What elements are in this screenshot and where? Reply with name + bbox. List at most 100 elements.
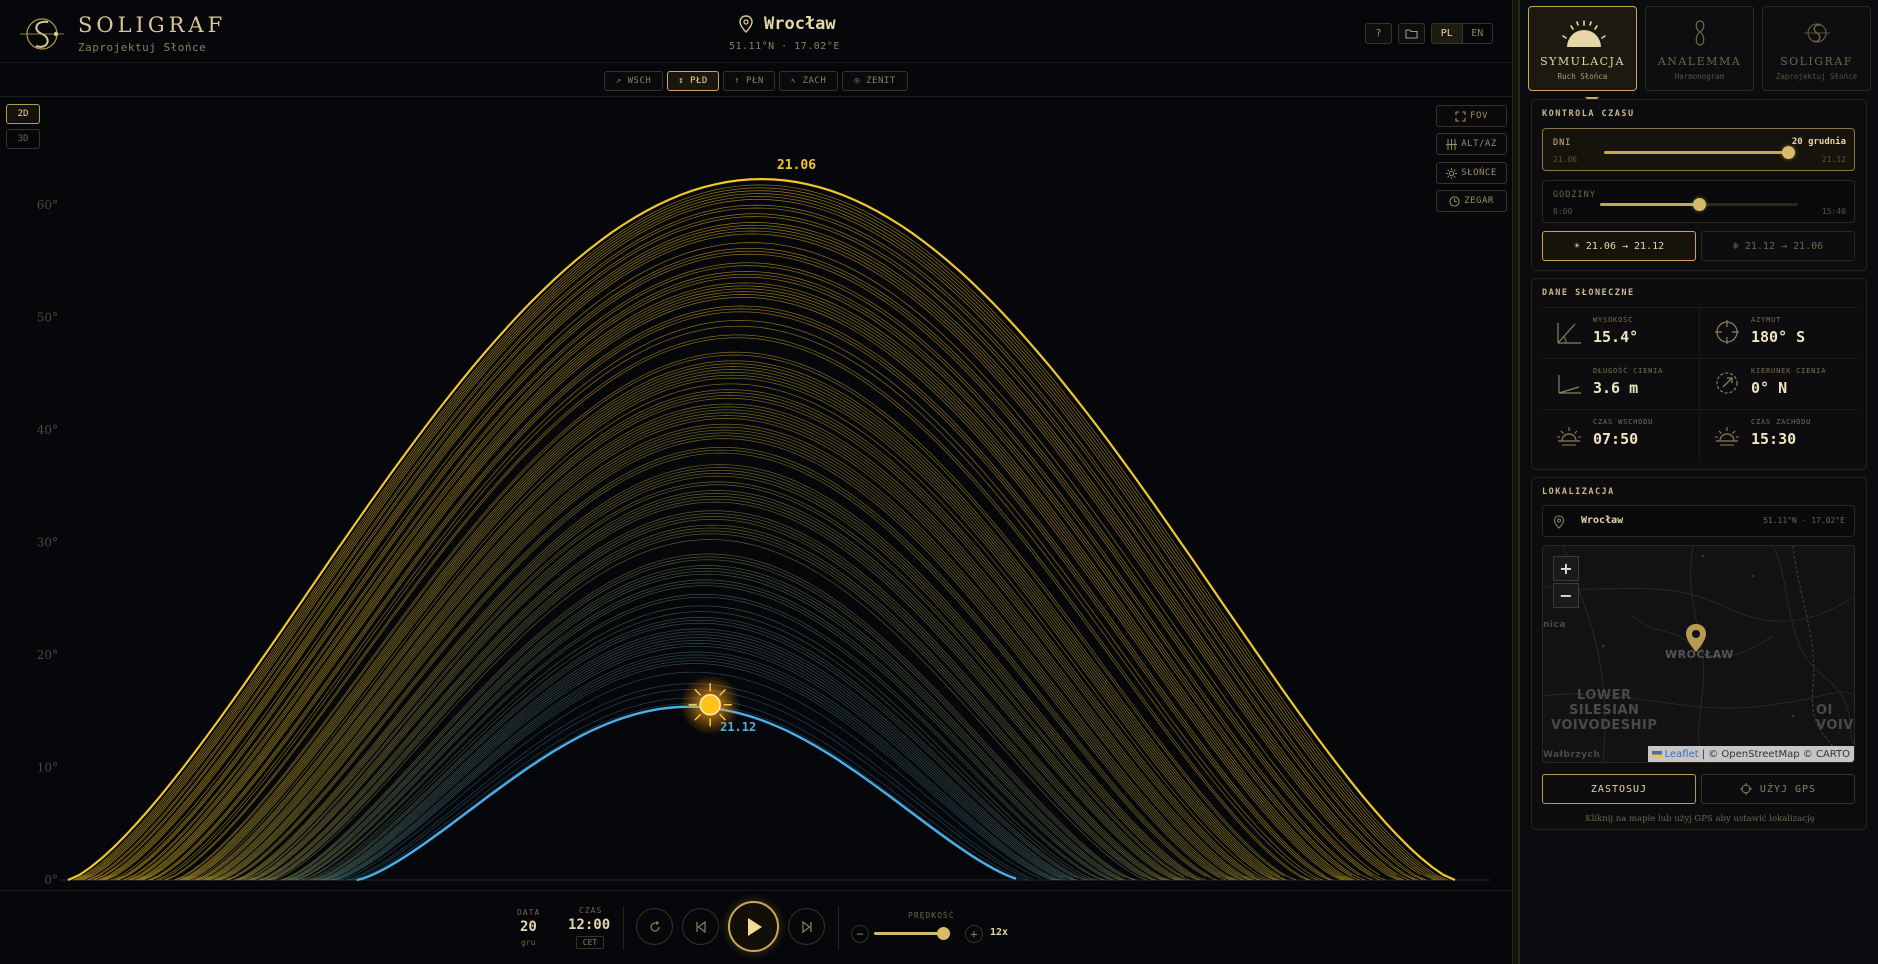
direction-forward-label: 21.06 → 21.12 xyxy=(1585,240,1665,252)
sunrise-cell: CZAS WSCHODU 07:50 xyxy=(1542,410,1700,460)
skip-forward-button[interactable] xyxy=(788,908,825,945)
attribution-text: | © OpenStreetMap © CARTO xyxy=(1701,748,1850,760)
day-curve xyxy=(212,423,1238,881)
day-curve xyxy=(164,334,1311,881)
speed-decrease-button[interactable]: − xyxy=(851,925,869,943)
grid-icon xyxy=(1446,138,1458,150)
days-slider-box: DNI 20 grudnia 21.06 21.12 xyxy=(1542,128,1855,171)
language-switch: PL EN xyxy=(1431,23,1493,44)
map-label-left: nica xyxy=(1543,620,1566,630)
sun-data-title: DANE SŁONECZNE xyxy=(1542,288,1635,298)
date-label: DATA xyxy=(517,908,541,917)
sunset-value: 15:30 xyxy=(1751,430,1797,448)
sun-icon xyxy=(1446,167,1458,179)
speed-increase-button[interactable]: + xyxy=(965,925,983,943)
altaz-label: ALT/AZ xyxy=(1461,139,1497,149)
shadow-length-label: DŁUGOŚĆ CIENIA xyxy=(1593,367,1664,375)
apply-location-button[interactable]: ZASTOSUJ xyxy=(1542,774,1696,804)
clock-toggle[interactable]: ZEGAR xyxy=(1436,190,1507,212)
use-gps-button[interactable]: UŻYJ GPS xyxy=(1701,774,1855,804)
reset-button[interactable] xyxy=(636,908,673,945)
sun-label: SŁOŃCE xyxy=(1461,168,1497,178)
flag-icon xyxy=(1651,750,1662,758)
snowflake-icon: ❄ xyxy=(1732,240,1739,252)
lang-en-button[interactable]: EN xyxy=(1463,24,1493,43)
days-slider-knob[interactable] xyxy=(1781,146,1795,159)
time-label: CZAS xyxy=(579,906,603,915)
day-curve xyxy=(186,374,1278,881)
location-city: Wrocław xyxy=(1581,515,1624,526)
leaflet-link[interactable]: Leaflet xyxy=(1665,749,1699,760)
series-line-summer-solstice xyxy=(67,177,1456,882)
help-button[interactable]: ? xyxy=(1365,23,1392,44)
zoom-in-button[interactable]: + xyxy=(1553,556,1579,581)
hours-slider[interactable] xyxy=(1600,198,1798,211)
hours-slider-knob[interactable] xyxy=(1692,198,1706,211)
altitude-label: WYSOKOŚĆ xyxy=(1593,316,1634,324)
lang-pl-button[interactable]: PL xyxy=(1432,24,1463,43)
time-control-title: KONTROLA CZASU xyxy=(1542,109,1635,119)
location-pin-icon xyxy=(1553,515,1565,529)
speed-slider[interactable] xyxy=(874,927,951,940)
sun-icon: ☀ xyxy=(1573,240,1580,252)
map-label-right: OI VOIVO xyxy=(1816,703,1854,733)
skip-back-button[interactable] xyxy=(682,908,719,945)
tab-soligraf-title: SOLIGRAF xyxy=(1780,55,1853,68)
sunrise-arc-icon xyxy=(1562,20,1606,47)
direction-north-button[interactable]: ↑ PŁN xyxy=(723,71,775,91)
days-slider[interactable] xyxy=(1604,146,1795,159)
direction-forward-button[interactable]: ☀ 21.06 → 21.12 xyxy=(1542,231,1696,261)
location-field-coords: 51.11°N · 17.02°E xyxy=(1763,516,1845,525)
location-map[interactable]: + − WROCŁAW LOWER SILESIAN VOIVODESHIP n… xyxy=(1542,545,1855,763)
day-curve xyxy=(356,706,1017,881)
azimuth-value: 180° S xyxy=(1751,328,1806,346)
direction-south-button[interactable]: ↕ PŁD xyxy=(667,71,719,91)
fov-label: FOV xyxy=(1470,111,1488,121)
speed-slider-knob[interactable] xyxy=(936,927,950,940)
altitude-value: 15.4° xyxy=(1593,328,1639,346)
date-month: gru xyxy=(521,938,536,947)
sun-path-chart[interactable]: 0°10°20°30°40°50°60°21.0621.12 xyxy=(0,98,1512,890)
hours-min: 8:00 xyxy=(1553,207,1573,216)
location-pin-icon xyxy=(739,15,753,33)
zoom-out-button[interactable]: − xyxy=(1553,583,1579,608)
mode-tabs: SYMULACJA Ruch Słońca ANALEMMA Harmonogr… xyxy=(1528,6,1872,104)
plus-icon: + xyxy=(970,927,978,941)
direction-west-button[interactable]: ↖ ZACH xyxy=(779,71,838,91)
tab-simulation[interactable]: SYMULACJA Ruch Słońca xyxy=(1528,6,1637,91)
header: SOLIGRAF Zaprojektuj Słońce Wrocław 51.1… xyxy=(0,0,1512,63)
brand-title: SOLIGRAF xyxy=(78,13,227,37)
altaz-toggle[interactable]: ALT/AZ xyxy=(1436,133,1507,155)
altitude-icon xyxy=(1557,323,1581,344)
sun-toggle[interactable]: SŁOŃCE xyxy=(1436,162,1507,184)
location-field[interactable]: Wrocław 51.11°N · 17.02°E xyxy=(1542,505,1855,537)
day-curve xyxy=(67,178,1456,881)
direction-east-button[interactable]: ↗ WSCH xyxy=(604,71,663,91)
map-attribution: Leaflet | © OpenStreetMap © CARTO xyxy=(1647,746,1854,762)
days-label: DNI xyxy=(1553,138,1572,148)
direction-zenith-button[interactable]: ◎ ZENIT xyxy=(842,71,908,91)
date-day: 20 xyxy=(520,919,537,935)
tab-soligraf[interactable]: SOLIGRAF Zaprojektuj Słońce xyxy=(1762,6,1871,91)
y-tick-label: 30° xyxy=(37,536,58,550)
altitude-cell: WYSOKOŚĆ 15.4° xyxy=(1542,308,1700,358)
series-line-winter-solstice xyxy=(356,705,1017,882)
days-min: 21.06 xyxy=(1553,155,1578,164)
location-coords: 51.11°N · 17.02°E xyxy=(729,41,840,52)
play-button[interactable] xyxy=(728,901,779,952)
day-curve xyxy=(101,227,1405,881)
separator xyxy=(623,906,624,950)
direction-backward-button[interactable]: ❄ 21.12 → 21.06 xyxy=(1701,231,1855,261)
fov-toggle[interactable]: FOV xyxy=(1436,105,1507,127)
tab-analemma-sub: Harmonogram xyxy=(1674,72,1725,81)
y-tick-label: 40° xyxy=(37,423,58,437)
days-max: 21.12 xyxy=(1821,155,1846,164)
day-curve xyxy=(151,311,1331,881)
panel-divider[interactable] xyxy=(1512,0,1519,964)
play-icon xyxy=(747,917,762,936)
skip-back-icon xyxy=(695,920,706,933)
tab-analemma[interactable]: ANALEMMA Harmonogram xyxy=(1645,6,1754,91)
open-folder-button[interactable] xyxy=(1398,23,1425,44)
main-view: SOLIGRAF Zaprojektuj Słońce Wrocław 51.1… xyxy=(0,0,1512,964)
location-title: LOKALIZACJA xyxy=(1542,487,1615,497)
